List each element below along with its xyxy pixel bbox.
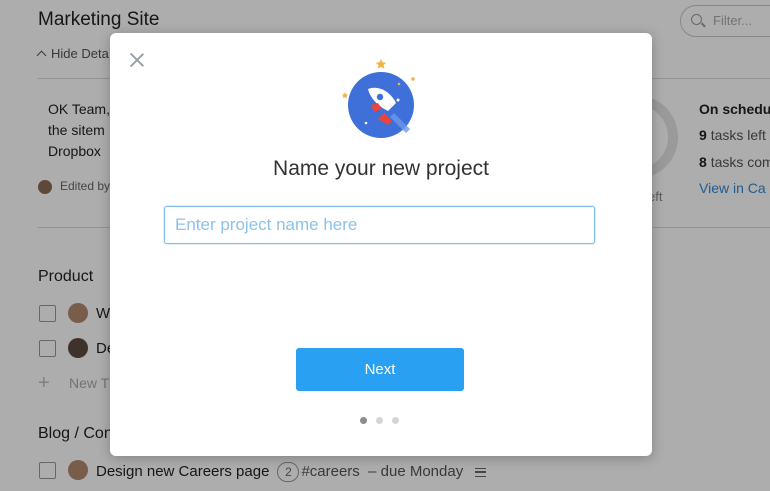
step-dot[interactable] [392,417,399,424]
rocket-star [396,98,400,102]
next-button[interactable]: Next [296,348,464,391]
rocket-window [376,93,384,101]
dialog-title: Name your new project [273,157,489,180]
rocket-star [397,82,401,86]
rocket-star [364,121,368,125]
step-dot[interactable] [360,417,367,424]
close-icon[interactable] [128,51,146,69]
rocket-star [341,92,349,99]
rocket-icon [341,59,415,138]
rocket-star [375,59,387,69]
new-project-dialog: Name your new project Next [110,33,652,456]
project-name-input[interactable] [164,206,595,244]
step-dot[interactable] [376,417,383,424]
rocket-star [411,77,415,81]
